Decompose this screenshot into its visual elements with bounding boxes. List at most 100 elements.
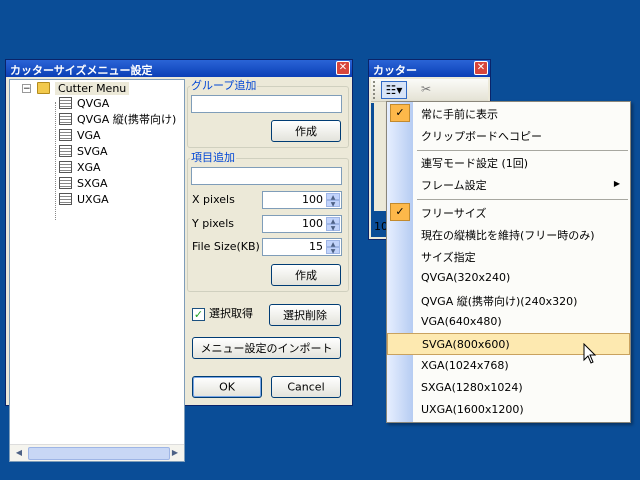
menu-item-label: SVGA(800x600): [422, 338, 510, 351]
cancel-button[interactable]: Cancel: [271, 376, 341, 398]
scroll-thumb[interactable]: [28, 447, 170, 460]
tree-item-sxga[interactable]: SXGA: [59, 176, 108, 191]
menu-tree[interactable]: − Cutter Menu QVGA QVGA 縦(携帯向け) VGA SVGA…: [9, 79, 185, 462]
menu-item-label: VGA(640x480): [421, 315, 502, 328]
button-label: メニュー設定のインポート: [200, 342, 333, 355]
menu-item-specify-size[interactable]: サイズ指定: [387, 245, 630, 267]
tree-item-uxga[interactable]: UXGA: [59, 192, 109, 207]
group-create-button[interactable]: 作成: [271, 120, 341, 142]
tree-item-vga[interactable]: VGA: [59, 128, 101, 143]
menu-item-frame-settings[interactable]: フレーム設定 ▶: [387, 173, 630, 195]
scissors-icon[interactable]: ✂: [417, 81, 435, 99]
document-icon: [59, 177, 72, 189]
menu-item-label: XGA(1024x768): [421, 359, 509, 372]
spin-up-icon[interactable]: ▲: [326, 240, 340, 248]
close-icon[interactable]: ✕: [336, 61, 350, 75]
group-add-label: グループ追加: [190, 79, 258, 92]
tree-item-svga[interactable]: SVGA: [59, 144, 108, 159]
dialog-title-bar[interactable]: カッターサイズメニュー設定 ✕: [6, 60, 352, 77]
tree-horizontal-scrollbar[interactable]: ◀ ▶: [10, 444, 184, 461]
menu-item-free-size[interactable]: ✓ フリーサイズ: [387, 201, 630, 223]
toolbar-row: ☷▾ ✂: [371, 79, 488, 102]
document-icon: [59, 193, 72, 205]
menu-item-qvga[interactable]: QVGA(320x240): [387, 267, 630, 289]
menu-item-label: 常に手前に表示: [421, 108, 498, 121]
tree-line: [55, 102, 56, 220]
tree-item-label: SVGA: [77, 145, 108, 158]
button-label: 作成: [295, 269, 317, 282]
spin-down-icon[interactable]: ▼: [326, 247, 340, 255]
select-get-label: 選択取得: [209, 307, 253, 320]
scroll-left-icon[interactable]: ◀: [12, 447, 26, 459]
collapse-icon[interactable]: −: [22, 84, 31, 94]
tree-item-qvga[interactable]: QVGA: [59, 96, 109, 111]
tree-item-label: UXGA: [77, 193, 109, 206]
menu-item-burst-mode[interactable]: 連写モード設定 (1回): [387, 151, 630, 173]
button-label: 作成: [295, 125, 317, 138]
submenu-arrow-icon: ▶: [613, 179, 620, 188]
menu-item-qvga-portrait[interactable]: QVGA 縦(携帯向け)(240x320): [387, 289, 630, 311]
item-create-button[interactable]: 作成: [271, 264, 341, 286]
document-icon: [59, 145, 72, 157]
file-size-label: File Size(KB): [192, 240, 260, 253]
spin-up-icon[interactable]: ▲: [326, 193, 340, 201]
menu-item-label: クリップボードへコピー: [421, 130, 542, 143]
dialog-title: カッターサイズメニュー設定: [10, 64, 153, 77]
y-pixels-label: Y pixels: [192, 217, 234, 230]
delete-selection-button[interactable]: 選択削除: [269, 304, 341, 326]
import-menu-settings-button[interactable]: メニュー設定のインポート: [192, 337, 341, 359]
menu-item-label: SXGA(1280x1024): [421, 381, 523, 394]
button-label: OK: [219, 380, 235, 394]
menu-item-label: 連写モード設定 (1回): [421, 157, 529, 170]
size-menu-dropdown-icon[interactable]: ☷▾: [381, 81, 407, 99]
group-name-input[interactable]: [191, 95, 342, 113]
tree-item-label: XGA: [77, 161, 101, 174]
menu-item-label: サイズ指定: [421, 251, 476, 264]
size-context-menu: ✓ 常に手前に表示 クリップボードへコピー 連写モード設定 (1回) フレーム設…: [386, 101, 631, 423]
spin-up-icon[interactable]: ▲: [326, 217, 340, 225]
y-pixels-spinner[interactable]: 100 ▲ ▼: [262, 215, 342, 233]
tree-root[interactable]: Cutter Menu: [37, 81, 130, 96]
tree-item-label: SXGA: [77, 177, 108, 190]
document-icon: [59, 161, 72, 173]
toolbar-side-panel: [374, 103, 386, 211]
x-pixels-value: 100: [302, 193, 323, 206]
checkmark-icon: ✓: [390, 203, 410, 221]
toolbar-title-bar[interactable]: カッター ✕: [369, 60, 490, 77]
tree-item-label: VGA: [77, 129, 101, 142]
grip-icon[interactable]: [373, 81, 378, 99]
y-pixels-value: 100: [302, 217, 323, 230]
menu-item-label: UXGA(1600x1200): [421, 403, 524, 416]
menu-item-sxga[interactable]: SXGA(1280x1024): [387, 377, 630, 399]
x-pixels-spinner[interactable]: 100 ▲ ▼: [262, 191, 342, 209]
document-icon: [59, 129, 72, 141]
x-pixels-label: X pixels: [192, 193, 235, 206]
menu-item-label: QVGA(320x240): [421, 271, 511, 284]
ok-button[interactable]: OK: [192, 376, 262, 398]
button-label: 選択削除: [283, 309, 327, 322]
menu-item-uxga[interactable]: UXGA(1600x1200): [387, 399, 630, 421]
button-label: Cancel: [287, 380, 325, 394]
toolbar-title: カッター: [373, 64, 417, 77]
menu-item-label: QVGA 縦(携帯向け)(240x320): [421, 295, 578, 308]
spin-down-icon[interactable]: ▼: [326, 200, 340, 208]
menu-separator: [417, 199, 628, 200]
tree-item-label: QVGA: [77, 97, 110, 110]
folder-icon: [37, 82, 50, 94]
file-size-value: 15: [309, 240, 323, 253]
tree-root-label: Cutter Menu: [55, 82, 130, 95]
document-icon: [59, 97, 72, 109]
menu-item-always-on-top[interactable]: ✓ 常に手前に表示: [387, 102, 630, 124]
select-get-checkbox[interactable]: ✓: [192, 308, 205, 321]
menu-item-copy-clipboard[interactable]: クリップボードへコピー: [387, 124, 630, 146]
spin-down-icon[interactable]: ▼: [326, 224, 340, 232]
item-name-input[interactable]: [191, 167, 342, 185]
close-icon[interactable]: ✕: [474, 61, 488, 75]
scroll-right-icon[interactable]: ▶: [168, 447, 182, 459]
checkmark-icon: ✓: [390, 104, 410, 122]
tree-item-xga[interactable]: XGA: [59, 160, 101, 175]
menu-item-vga[interactable]: VGA(640x480): [387, 311, 630, 333]
menu-item-keep-aspect[interactable]: 現在の縦横比を維持(フリー時のみ): [387, 223, 630, 245]
file-size-spinner[interactable]: 15 ▲ ▼: [262, 238, 342, 256]
tree-item-qvga-portrait[interactable]: QVGA 縦(携帯向け): [59, 112, 176, 127]
